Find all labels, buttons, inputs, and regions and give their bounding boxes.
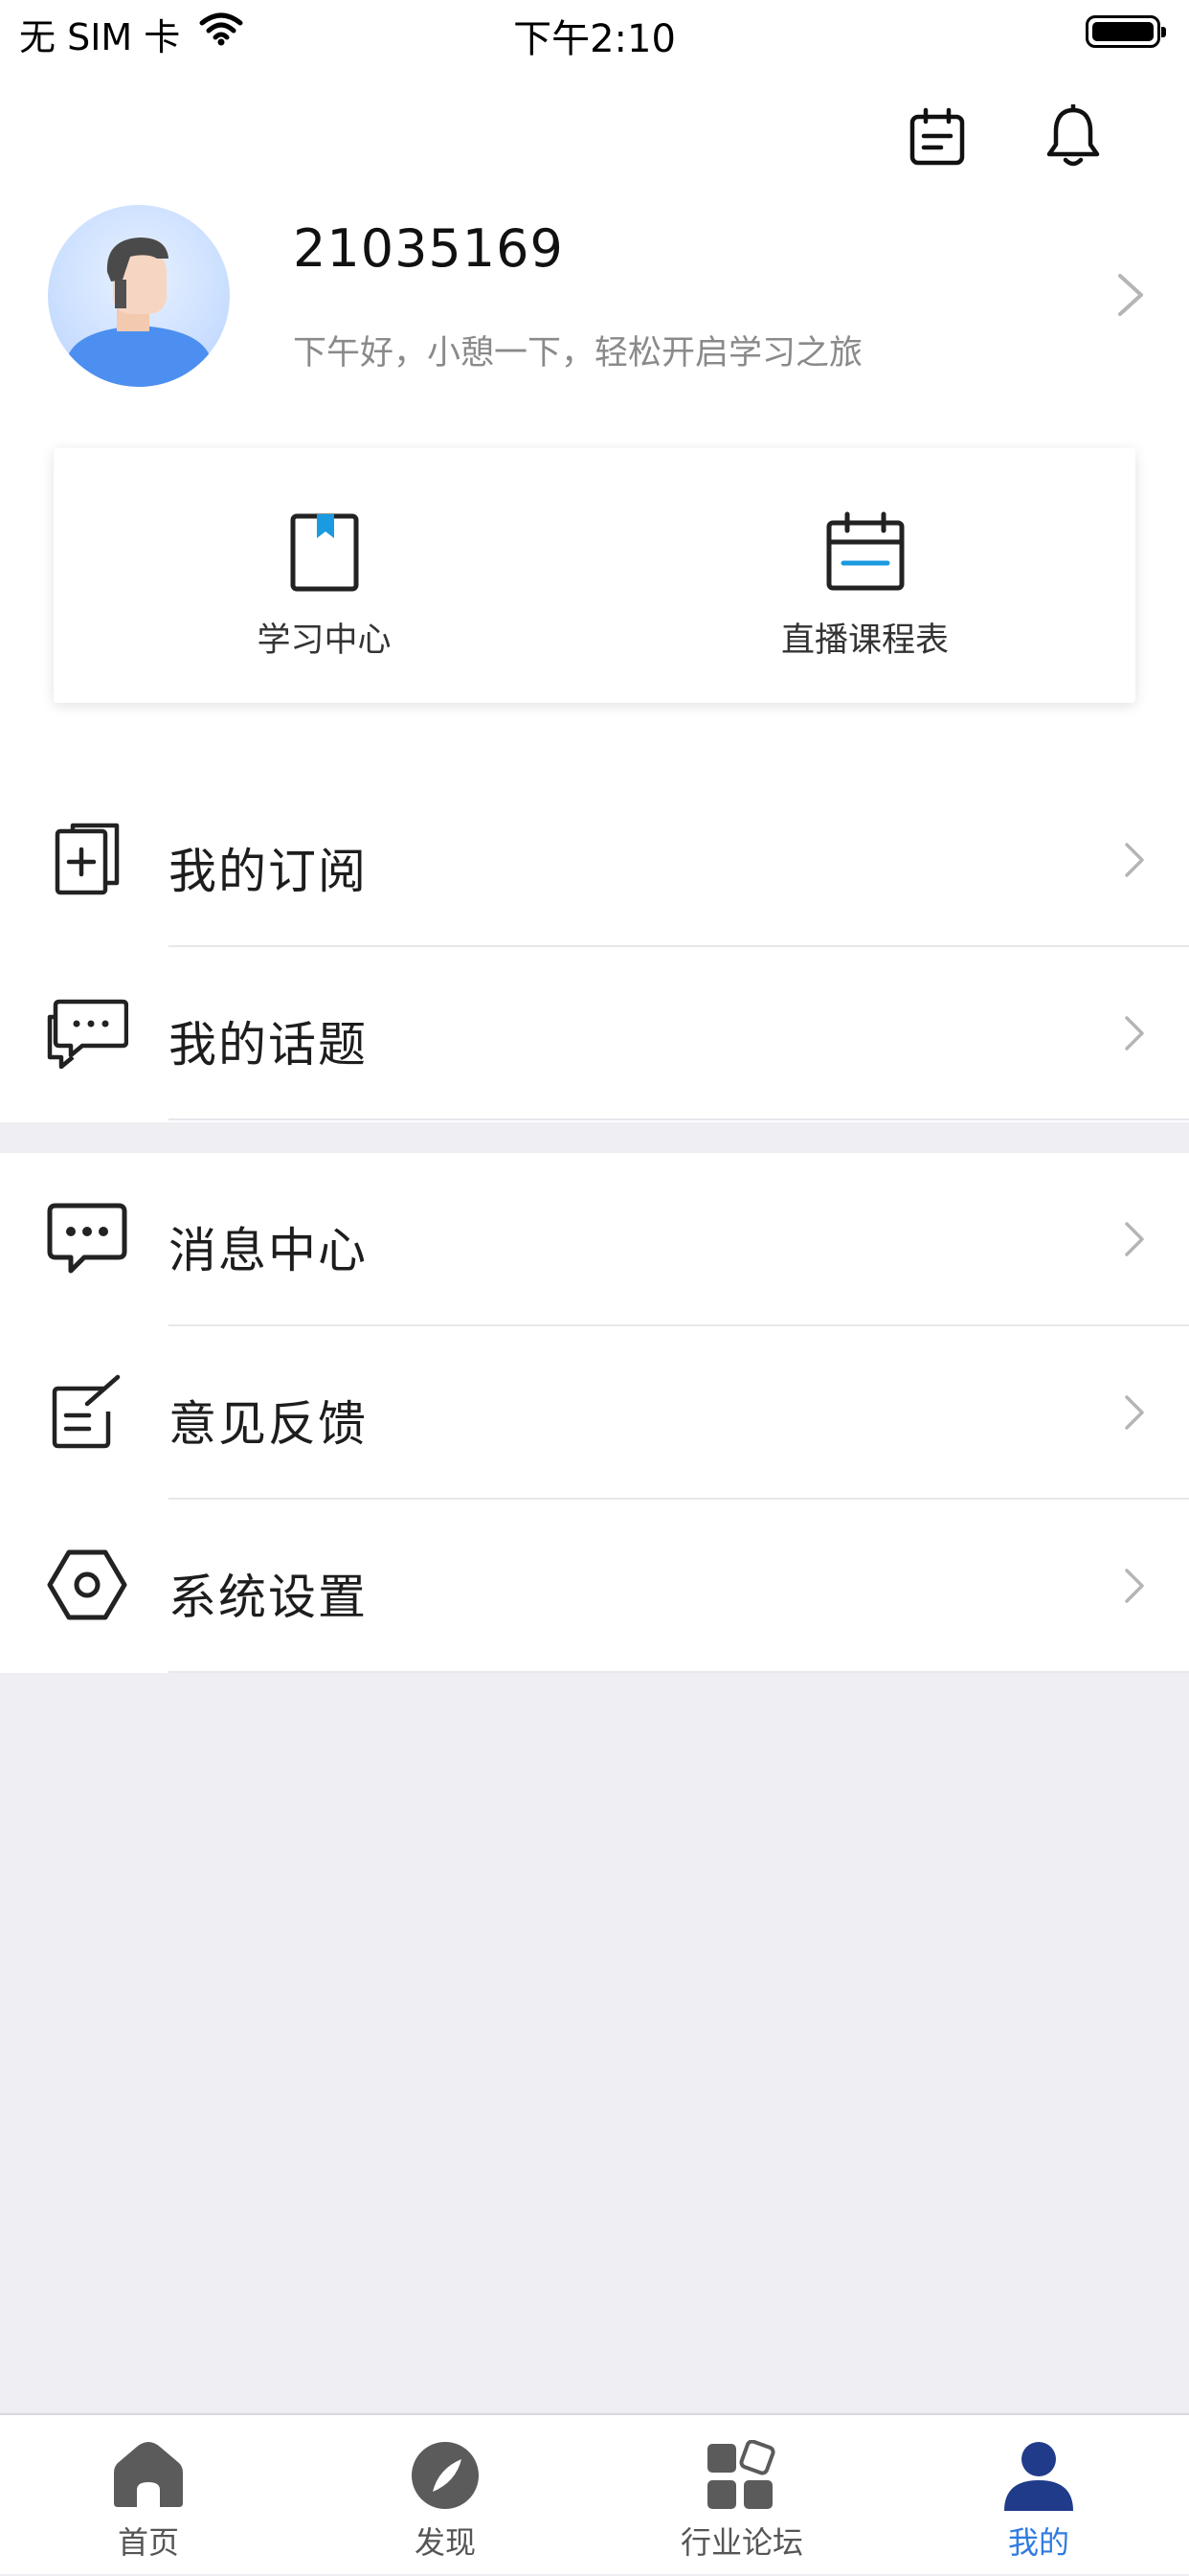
bottom-tab-bar: 首页 发现 行业论坛 我的 — [0, 2413, 1189, 2574]
tab-label-home: 首页 — [117, 2524, 179, 2561]
tab-home[interactable]: 首页 — [0, 2415, 297, 2576]
menu-item-feedback[interactable]: 意见反馈 — [0, 1326, 1189, 1500]
username[interactable]: 21035169 — [293, 218, 564, 279]
live-schedule-button[interactable]: 直播课程表 — [594, 448, 1135, 703]
tab-industry-forum[interactable]: 行业论坛 — [594, 2415, 890, 2576]
menu-group-system: 消息中心 意见反馈 系统设置 — [0, 1153, 1189, 1673]
tab-mine[interactable]: 我的 — [890, 2415, 1187, 2576]
menu-label-topics: 我的话题 — [168, 1017, 368, 1073]
menu-label-feedback: 意见反馈 — [168, 1396, 368, 1452]
chevron-right-icon — [1122, 1220, 1147, 1262]
feedback-icon — [44, 1368, 130, 1455]
divider — [168, 1671, 1189, 1673]
learning-center-label: 学习中心 — [257, 621, 392, 660]
menu-item-topics[interactable]: 我的话题 — [0, 947, 1189, 1120]
chevron-right-icon — [1122, 841, 1147, 883]
calendar-icon[interactable] — [904, 103, 971, 170]
profile-icon — [890, 2440, 1187, 2511]
menu-group-personal: 我的订阅 我的话题 — [0, 774, 1189, 1120]
menu-item-messages[interactable]: 消息中心 — [0, 1153, 1189, 1326]
subscribe-icon — [44, 816, 130, 902]
menu-item-subscriptions[interactable]: 我的订阅 — [0, 774, 1189, 947]
chevron-right-icon — [1122, 1567, 1147, 1609]
avatar[interactable] — [48, 205, 230, 387]
chevron-right-icon — [1122, 1014, 1147, 1056]
schedule-icon — [594, 511, 1135, 594]
topics-icon — [44, 989, 130, 1075]
profile-chevron-right-icon[interactable] — [1114, 272, 1147, 322]
settings-icon — [44, 1542, 130, 1628]
tab-label-discover: 发现 — [414, 2524, 476, 2561]
tab-discover[interactable]: 发现 — [297, 2415, 594, 2576]
home-icon — [0, 2440, 297, 2509]
status-time: 下午2:10 — [513, 17, 676, 61]
menu-label-subscriptions: 我的订阅 — [168, 844, 368, 899]
divider — [168, 1119, 1189, 1120]
live-schedule-label: 直播课程表 — [780, 621, 949, 660]
tab-label-mine: 我的 — [1007, 2524, 1069, 2561]
message-icon — [44, 1195, 130, 1281]
status-bar: 无 SIM 卡 下午2:10 — [0, 0, 1189, 67]
menu-label-messages: 消息中心 — [168, 1223, 368, 1278]
chevron-right-icon — [1122, 1393, 1147, 1435]
menu-label-settings: 系统设置 — [168, 1570, 368, 1625]
bell-icon[interactable] — [1040, 102, 1107, 170]
forum-icon — [594, 2440, 890, 2511]
learning-center-button[interactable]: 学习中心 — [54, 448, 594, 703]
menu-item-settings[interactable]: 系统设置 — [0, 1500, 1189, 1673]
bookmark-book-icon — [54, 511, 594, 594]
quick-access-card: 学习中心 直播课程表 — [54, 448, 1135, 703]
compass-icon — [297, 2440, 594, 2511]
tab-label-industry-forum: 行业论坛 — [680, 2524, 803, 2561]
greeting-text: 下午好，小憩一下，轻松开启学习之旅 — [293, 334, 864, 373]
battery-icon — [1086, 15, 1166, 48]
